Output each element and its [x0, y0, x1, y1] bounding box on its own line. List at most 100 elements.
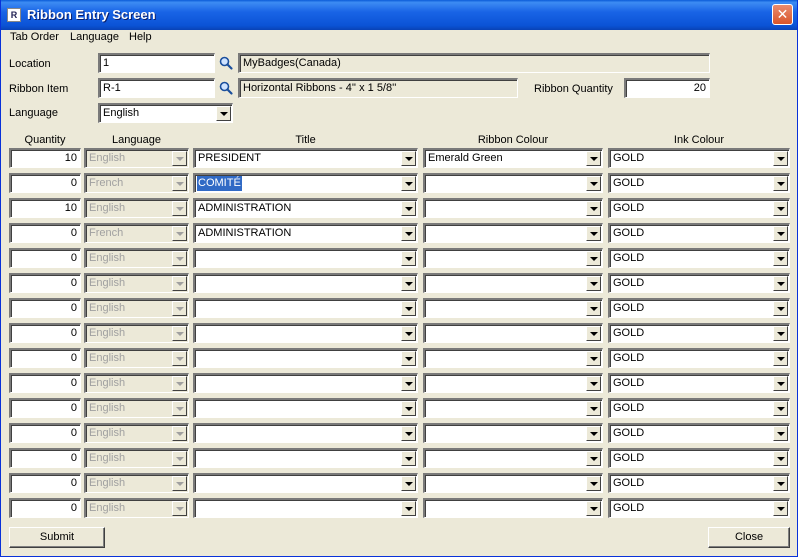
- chevron-down-icon[interactable]: [401, 201, 416, 216]
- row-ribbon-colour-select[interactable]: [423, 473, 603, 493]
- chevron-down-icon[interactable]: [773, 451, 788, 466]
- row-quantity-input[interactable]: 0: [9, 398, 81, 418]
- chevron-down-icon[interactable]: [401, 301, 416, 316]
- chevron-down-icon[interactable]: [401, 276, 416, 291]
- chevron-down-icon[interactable]: [401, 476, 416, 491]
- chevron-down-icon[interactable]: [586, 451, 601, 466]
- row-ink-colour-select[interactable]: GOLD: [608, 148, 790, 168]
- chevron-down-icon[interactable]: [586, 401, 601, 416]
- row-quantity-input[interactable]: 0: [9, 298, 81, 318]
- chevron-down-icon[interactable]: [773, 476, 788, 491]
- row-ribbon-colour-select[interactable]: [423, 298, 603, 318]
- chevron-down-icon[interactable]: [773, 151, 788, 166]
- row-quantity-input[interactable]: 0: [9, 373, 81, 393]
- row-ribbon-colour-select[interactable]: [423, 173, 603, 193]
- row-quantity-input[interactable]: 0: [9, 448, 81, 468]
- row-title-select[interactable]: [193, 248, 418, 268]
- chevron-down-icon[interactable]: [216, 106, 231, 121]
- row-quantity-input[interactable]: 0: [9, 498, 81, 518]
- row-ink-colour-select[interactable]: GOLD: [608, 273, 790, 293]
- chevron-down-icon[interactable]: [773, 501, 788, 516]
- chevron-down-icon[interactable]: [586, 276, 601, 291]
- chevron-down-icon[interactable]: [586, 501, 601, 516]
- chevron-down-icon[interactable]: [586, 476, 601, 491]
- row-ink-colour-select[interactable]: GOLD: [608, 223, 790, 243]
- close-button[interactable]: Close: [708, 527, 790, 548]
- row-ribbon-colour-select[interactable]: [423, 323, 603, 343]
- chevron-down-icon[interactable]: [586, 326, 601, 341]
- row-title-select[interactable]: [193, 498, 418, 518]
- chevron-down-icon[interactable]: [586, 201, 601, 216]
- row-title-select[interactable]: [193, 473, 418, 493]
- row-title-select[interactable]: [193, 348, 418, 368]
- window-close-button[interactable]: ✕: [772, 4, 793, 25]
- menu-tab-order[interactable]: Tab Order: [10, 30, 59, 45]
- chevron-down-icon[interactable]: [773, 176, 788, 191]
- chevron-down-icon[interactable]: [401, 176, 416, 191]
- chevron-down-icon[interactable]: [401, 351, 416, 366]
- chevron-down-icon[interactable]: [773, 201, 788, 216]
- row-ribbon-colour-select[interactable]: [423, 223, 603, 243]
- row-title-select[interactable]: [193, 273, 418, 293]
- row-quantity-input[interactable]: 0: [9, 273, 81, 293]
- chevron-down-icon[interactable]: [586, 251, 601, 266]
- language-select[interactable]: English: [98, 103, 233, 123]
- chevron-down-icon[interactable]: [586, 376, 601, 391]
- row-quantity-input[interactable]: 0: [9, 323, 81, 343]
- row-quantity-input[interactable]: 0: [9, 348, 81, 368]
- row-ink-colour-select[interactable]: GOLD: [608, 473, 790, 493]
- chevron-down-icon[interactable]: [773, 226, 788, 241]
- row-quantity-input[interactable]: 10: [9, 148, 81, 168]
- row-ink-colour-select[interactable]: GOLD: [608, 348, 790, 368]
- chevron-down-icon[interactable]: [773, 376, 788, 391]
- chevron-down-icon[interactable]: [401, 401, 416, 416]
- row-ribbon-colour-select[interactable]: [423, 248, 603, 268]
- row-ink-colour-select[interactable]: GOLD: [608, 173, 790, 193]
- chevron-down-icon[interactable]: [773, 301, 788, 316]
- chevron-down-icon[interactable]: [401, 451, 416, 466]
- row-ink-colour-select[interactable]: GOLD: [608, 448, 790, 468]
- row-ribbon-colour-select[interactable]: [423, 198, 603, 218]
- row-quantity-input[interactable]: 0: [9, 248, 81, 268]
- row-title-select[interactable]: [193, 373, 418, 393]
- row-quantity-input[interactable]: 0: [9, 173, 81, 193]
- row-ink-colour-select[interactable]: GOLD: [608, 373, 790, 393]
- chevron-down-icon[interactable]: [773, 401, 788, 416]
- chevron-down-icon[interactable]: [586, 176, 601, 191]
- row-ink-colour-select[interactable]: GOLD: [608, 198, 790, 218]
- submit-button[interactable]: Submit: [9, 527, 105, 548]
- row-ribbon-colour-select[interactable]: [423, 348, 603, 368]
- row-ink-colour-select[interactable]: GOLD: [608, 323, 790, 343]
- row-ribbon-colour-select[interactable]: [423, 373, 603, 393]
- row-title-select[interactable]: [193, 448, 418, 468]
- chevron-down-icon[interactable]: [401, 251, 416, 266]
- row-title-select[interactable]: [193, 323, 418, 343]
- chevron-down-icon[interactable]: [401, 151, 416, 166]
- chevron-down-icon[interactable]: [773, 326, 788, 341]
- chevron-down-icon[interactable]: [586, 226, 601, 241]
- row-title-select[interactable]: [193, 298, 418, 318]
- row-ink-colour-select[interactable]: GOLD: [608, 423, 790, 443]
- location-input[interactable]: 1: [98, 53, 215, 73]
- chevron-down-icon[interactable]: [401, 501, 416, 516]
- ribbon-item-input[interactable]: R-1: [98, 78, 215, 98]
- row-ink-colour-select[interactable]: GOLD: [608, 298, 790, 318]
- row-quantity-input[interactable]: 10: [9, 198, 81, 218]
- row-ribbon-colour-select[interactable]: [423, 398, 603, 418]
- chevron-down-icon[interactable]: [773, 251, 788, 266]
- menu-language[interactable]: Language: [70, 30, 119, 45]
- row-title-select[interactable]: [193, 423, 418, 443]
- row-quantity-input[interactable]: 0: [9, 423, 81, 443]
- row-title-select[interactable]: COMITÉ: [193, 173, 418, 193]
- app-icon[interactable]: R: [7, 8, 21, 22]
- chevron-down-icon[interactable]: [401, 326, 416, 341]
- chevron-down-icon[interactable]: [401, 426, 416, 441]
- row-title-select[interactable]: PRESIDENT: [193, 148, 418, 168]
- chevron-down-icon[interactable]: [773, 351, 788, 366]
- chevron-down-icon[interactable]: [401, 226, 416, 241]
- row-ribbon-colour-select[interactable]: [423, 498, 603, 518]
- row-title-select[interactable]: ADMINISTRATION: [193, 223, 418, 243]
- row-ribbon-colour-select[interactable]: [423, 448, 603, 468]
- chevron-down-icon[interactable]: [773, 276, 788, 291]
- row-title-select[interactable]: ADMINISTRATION: [193, 198, 418, 218]
